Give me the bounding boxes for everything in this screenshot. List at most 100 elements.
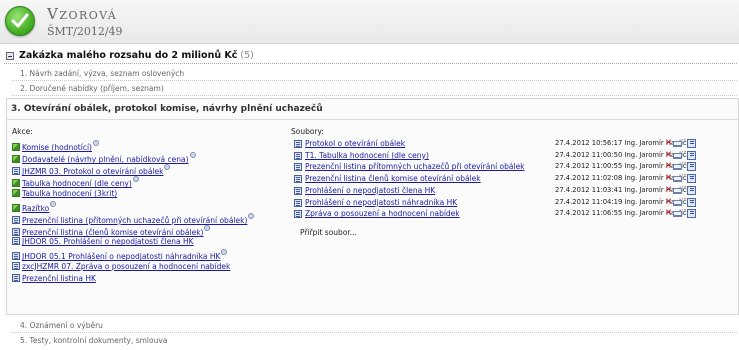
action-link[interactable]: Tabulka hodnocení (dle ceny) <box>22 179 132 188</box>
document-icon <box>294 198 302 207</box>
procedure-header[interactable]: Zakázka malého rozsahu do 2 milionů Kč (5… <box>4 50 737 64</box>
attach-file-link[interactable]: Přiřpit soubor... <box>300 228 357 237</box>
action-item[interactable]: Dodavatelé (návrhy plnění, nabídková cen… <box>12 152 196 164</box>
mail-icon[interactable] <box>673 152 682 159</box>
document-icon <box>12 261 20 270</box>
file-row: Prezenční listina přítomných uchazečů př… <box>294 161 738 172</box>
action-link[interactable]: JHDOR 05. Prohlášení o nepodjatosti člen… <box>22 237 194 246</box>
step-1[interactable]: 1. Návrh zadání, výzva, seznam oslovenýc… <box>20 69 184 78</box>
file-row: Prohlášení o nepodjatosti člena HK 27.4.2… <box>294 185 738 196</box>
case-title: Vzorová <box>47 5 118 23</box>
divider <box>12 332 737 333</box>
green-task-icon <box>12 179 20 188</box>
file-link[interactable]: Prezenční listina přítomných uchazečů př… <box>305 162 525 171</box>
action-item[interactable]: Prezenční listina HK <box>12 273 96 284</box>
action-item[interactable]: Komise (hodnotící) <box>12 140 99 152</box>
help-icon[interactable] <box>189 152 196 159</box>
action-link[interactable]: JHZMR 03. Protokol o otevírání obálek <box>22 167 163 176</box>
replace-file-icon[interactable] <box>687 174 696 184</box>
document-icon <box>294 151 302 160</box>
divider <box>7 119 739 120</box>
document-icon <box>12 215 20 224</box>
mail-icon[interactable] <box>673 176 682 183</box>
action-link[interactable]: zxcJHZMR 07. Zpráva o posouzení a hodnoc… <box>22 262 230 271</box>
document-icon <box>12 273 20 282</box>
help-icon[interactable] <box>221 249 228 256</box>
file-link[interactable]: Prohlášení o nepodjatosti náhradníka HK <box>305 198 457 207</box>
step-5[interactable]: 5. Testy, kontrolní dokumenty, smlouva <box>20 336 167 345</box>
divider <box>12 80 737 81</box>
help-icon[interactable] <box>92 140 99 146</box>
mail-icon[interactable] <box>673 211 682 218</box>
delete-icon[interactable]: ✕ <box>665 138 672 148</box>
divider <box>12 95 737 96</box>
case-reference: ŠMT/2012/49 <box>47 25 123 38</box>
file-row: Protokol o otevírání obálek 27.4.2012 10:… <box>294 138 738 149</box>
help-icon[interactable] <box>132 176 139 183</box>
file-row: T1. Tabulka hodnocení (dle ceny) 27.4.201… <box>294 150 738 161</box>
action-link[interactable]: Prezenční listina (členů komise otevírán… <box>22 228 203 237</box>
file-link[interactable]: T1. Tabulka hodnocení (dle ceny) <box>305 151 429 160</box>
delete-icon[interactable]: ✕ <box>665 197 672 207</box>
delete-icon[interactable]: ✕ <box>665 161 672 171</box>
replace-file-icon[interactable] <box>687 209 696 219</box>
action-link[interactable]: Prezenční listina HK <box>22 274 96 283</box>
action-item[interactable]: Prezenční listina (členů komise otevírán… <box>12 225 211 237</box>
step-3-title[interactable]: 3. Otevírání obálek, protokol komise, ná… <box>11 104 323 114</box>
action-item[interactable]: Razítko <box>12 200 57 213</box>
action-link[interactable]: Dodavatelé (návrhy plnění, nabídková cen… <box>22 155 189 164</box>
mail-icon[interactable] <box>673 141 682 147</box>
check-icon <box>5 6 35 36</box>
action-item[interactable]: Tabulka hodnocení (3krit) <box>12 188 117 199</box>
action-item[interactable]: zxcJHZMR 07. Zpráva o posouzení a hodnoc… <box>12 261 230 272</box>
action-item[interactable]: Tabulka hodnocení (dle ceny) <box>12 176 139 188</box>
file-link[interactable]: Prezenční listina členů komise otevírání… <box>305 174 481 183</box>
replace-file-icon[interactable] <box>687 185 696 195</box>
delete-icon[interactable]: ✕ <box>665 185 672 195</box>
step-4[interactable]: 4. Oznámení o výběru <box>20 321 103 330</box>
mail-icon[interactable] <box>673 164 682 171</box>
green-task-icon <box>12 203 20 212</box>
green-task-icon <box>12 188 20 197</box>
delete-icon[interactable]: ✕ <box>665 173 672 183</box>
action-link[interactable]: Komise (hodnotící) <box>22 143 92 152</box>
action-link[interactable]: Tabulka hodnocení (3krit) <box>22 189 117 198</box>
step-2[interactable]: 2. Doručené nabídky (příjem, seznam) <box>20 84 164 93</box>
document-icon <box>12 167 20 176</box>
procedure-title: Zakázka malého rozsahu do 2 milionů Kč (5… <box>19 50 254 61</box>
file-row: Zpráva o posouzení a hodnocení nabídek 27… <box>294 208 738 219</box>
help-icon[interactable] <box>50 200 57 207</box>
action-link[interactable]: Razítko <box>22 204 49 213</box>
file-link[interactable]: Protokol o otevírání obálek <box>305 139 405 148</box>
delete-icon[interactable]: ✕ <box>665 208 672 218</box>
action-item[interactable]: Prezenční listina (přítomných uchazečů p… <box>12 212 255 225</box>
replace-file-icon[interactable] <box>687 197 696 207</box>
action-item[interactable]: JHZMR 03. Protokol o otevírání obálek <box>12 164 171 176</box>
actions-label: Akce: <box>12 127 33 136</box>
document-icon <box>294 175 302 184</box>
file-link[interactable]: Zpráva o posouzení a hodnocení nabídek <box>305 209 460 218</box>
help-icon[interactable] <box>248 212 255 219</box>
collapse-icon[interactable] <box>6 52 14 60</box>
help-icon[interactable] <box>164 164 171 171</box>
green-task-icon <box>12 155 20 164</box>
action-link[interactable]: JHDOR 05.1 Prohlášení o nepodjatosti náh… <box>22 252 220 261</box>
action-link[interactable]: Prezenční listina (přítomných uchazečů p… <box>22 216 247 225</box>
file-link[interactable]: Prohlášení o nepodjatosti člena HK <box>305 186 435 195</box>
case-header: Vzorová ŠMT/2012/49 <box>0 0 739 44</box>
help-icon[interactable] <box>204 225 211 232</box>
action-item[interactable]: JHDOR 05. Prohlášení o nepodjatosti člen… <box>12 237 194 247</box>
document-icon <box>12 237 20 246</box>
delete-icon[interactable]: ✕ <box>665 150 672 160</box>
document-icon <box>294 210 302 219</box>
replace-file-icon[interactable] <box>687 150 696 160</box>
replace-file-icon[interactable] <box>687 139 696 148</box>
step-3-panel: 3. Otevírání obálek, protokol komise, ná… <box>6 98 739 315</box>
file-row: Prezenční listina členů komise otevírání… <box>294 173 738 184</box>
green-task-icon <box>12 143 20 151</box>
action-item[interactable]: JHDOR 05.1 Prohlášení o nepodjatosti náh… <box>12 249 228 261</box>
mail-icon[interactable] <box>673 187 682 194</box>
replace-file-icon[interactable] <box>687 162 696 172</box>
mail-icon[interactable] <box>673 199 682 206</box>
document-icon <box>294 140 302 148</box>
